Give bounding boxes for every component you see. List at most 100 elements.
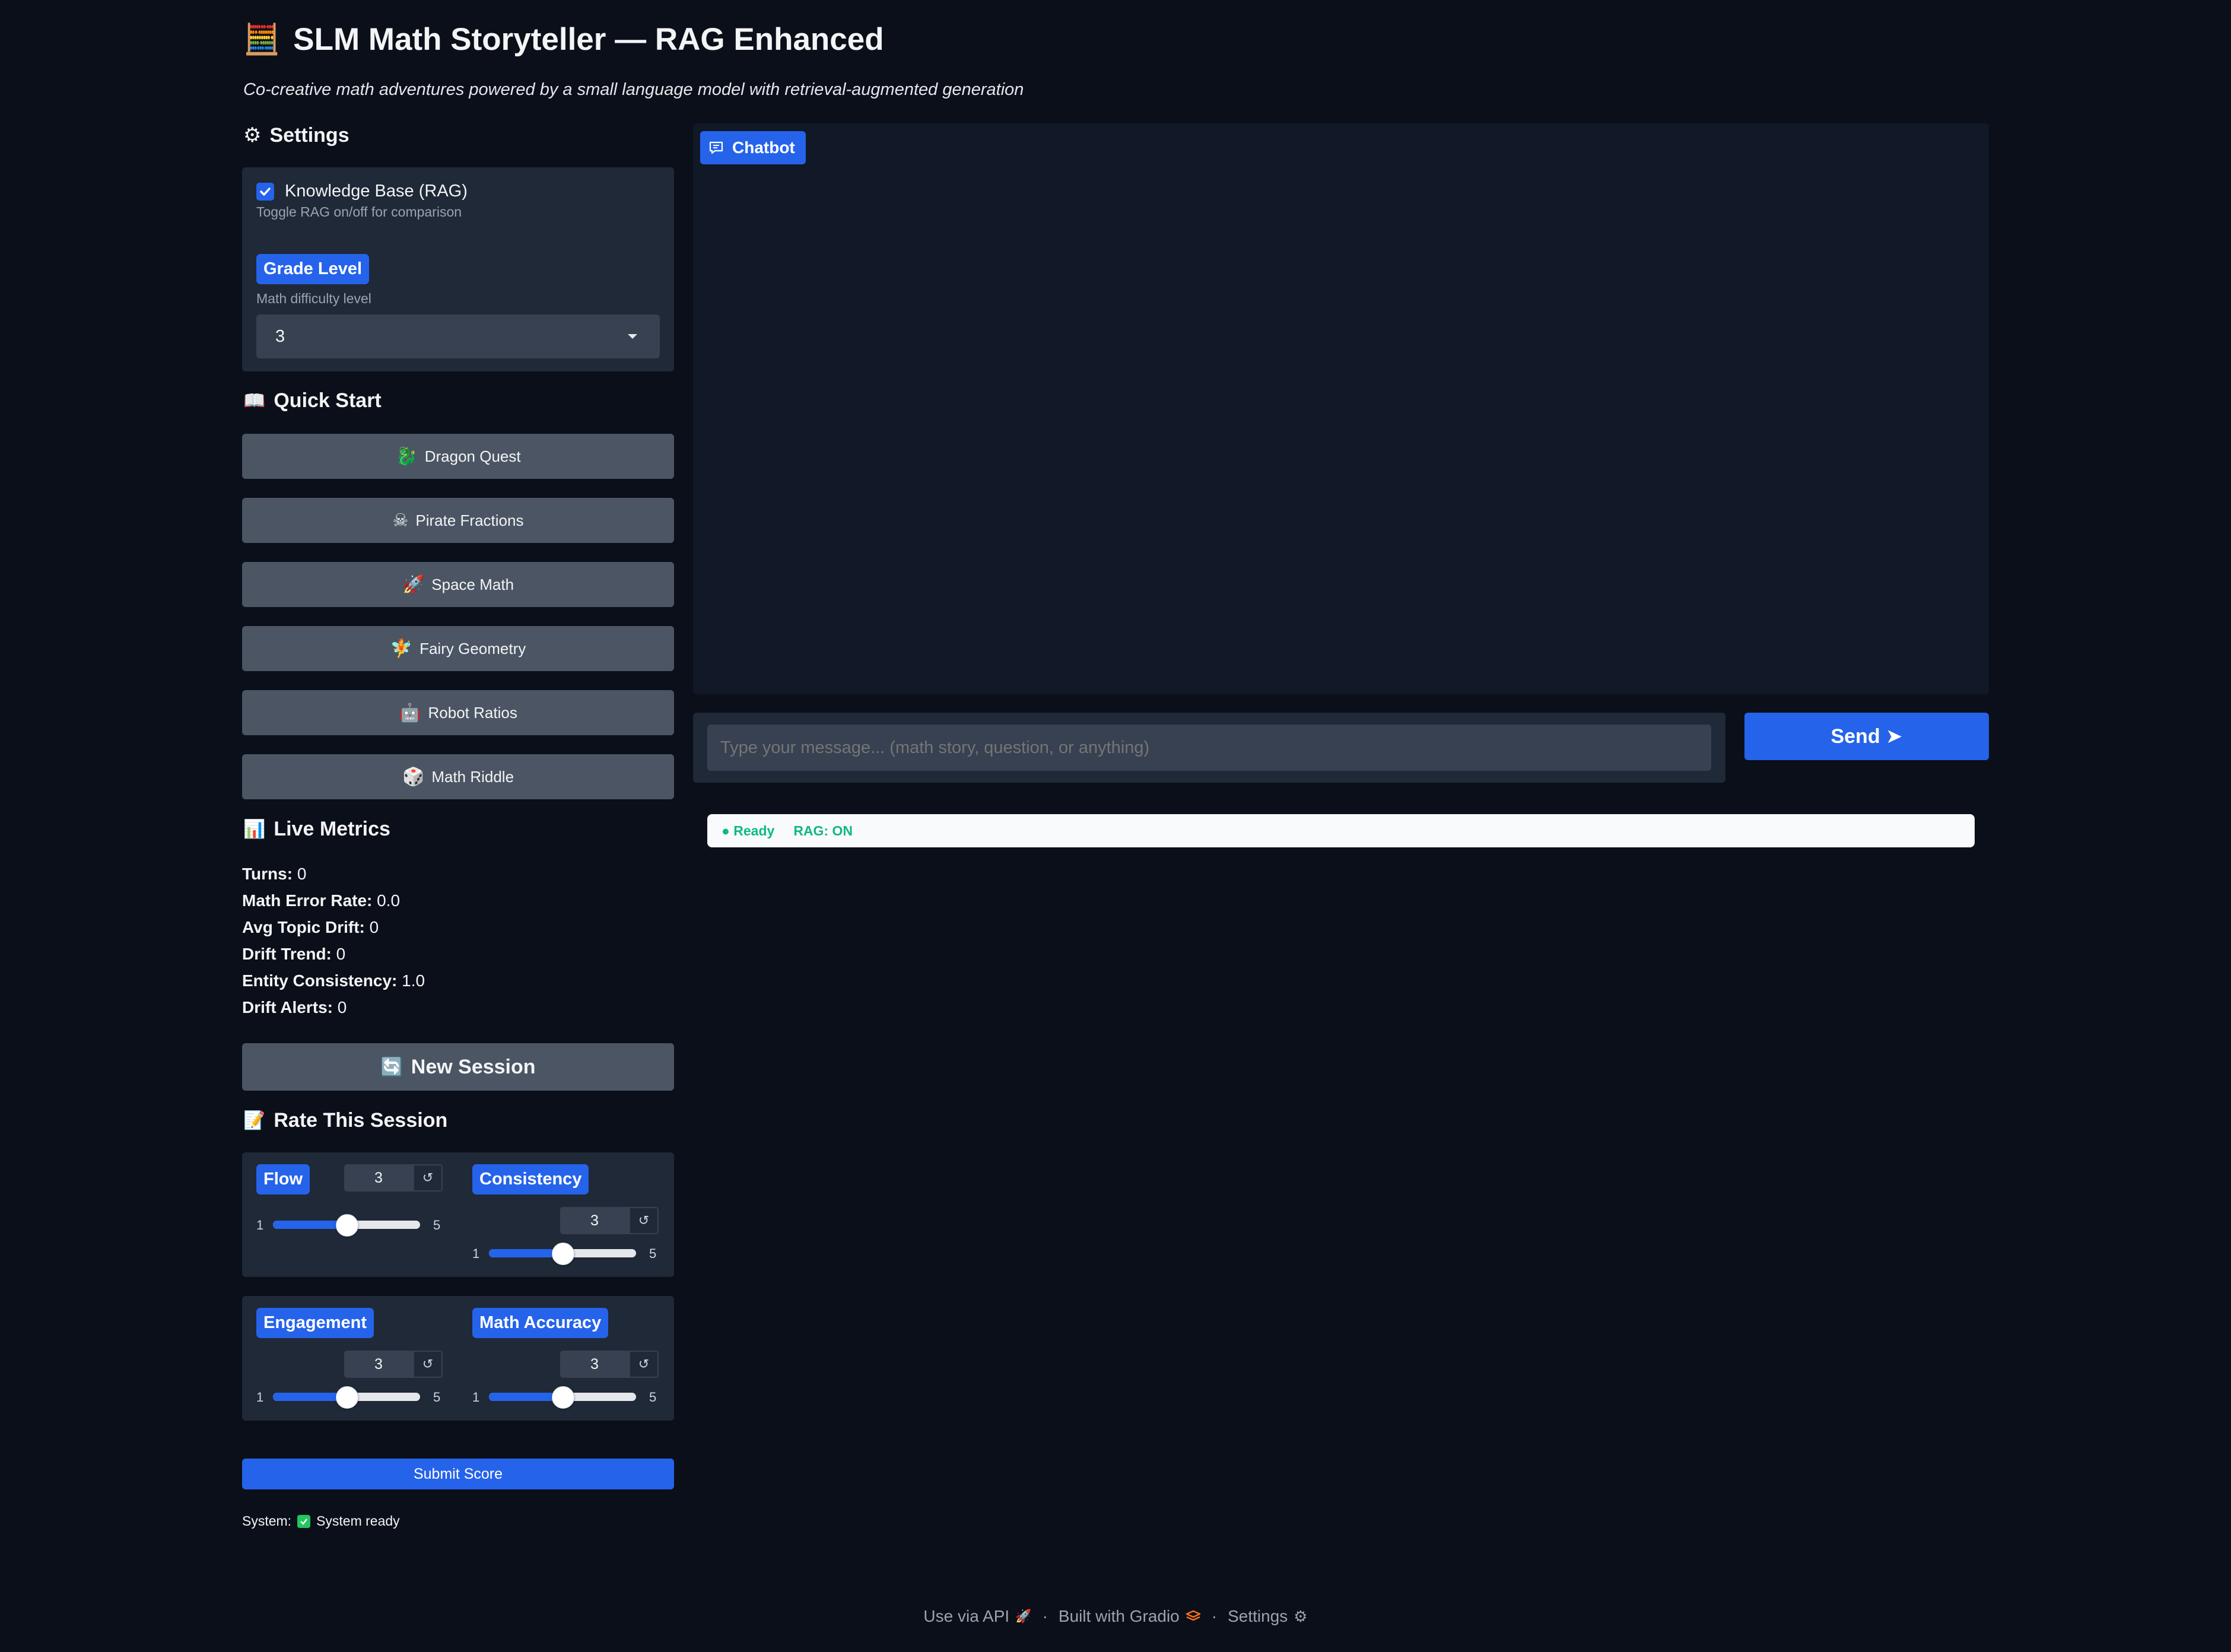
message-input[interactable] — [707, 725, 1711, 771]
grade-level-badge: Grade Level — [256, 254, 370, 284]
robot-ratios-label: Robot Ratios — [428, 703, 517, 722]
skull-crossbones-icon: ☠ — [392, 510, 409, 531]
metric-value: 0 — [336, 945, 346, 963]
flow-label: Flow — [256, 1164, 310, 1194]
chatbot-panel[interactable]: Chatbot — [693, 123, 1989, 694]
math-accuracy-number-input[interactable]: 3 — [560, 1351, 629, 1378]
metric-drift-alerts: Drift Alerts: 0 — [242, 998, 347, 1017]
refresh-icon: 🔄 — [380, 1056, 403, 1078]
flow-badge: Flow — [256, 1164, 310, 1194]
use-via-api-link[interactable]: Use via API 🚀 — [923, 1607, 1031, 1626]
metric-value: 0 — [297, 865, 307, 883]
settings-panel: Knowledge Base (RAG) Toggle RAG on/off f… — [242, 167, 674, 371]
engagement-reset-icon[interactable]: ↺ — [413, 1351, 443, 1378]
math-riddle-button[interactable]: 🎲 Math Riddle — [242, 754, 674, 799]
gear-icon: ⚙ — [1294, 1607, 1308, 1625]
rag-toggle[interactable]: Knowledge Base (RAG) — [256, 182, 468, 201]
footer-settings-link[interactable]: Settings ⚙ — [1228, 1607, 1307, 1626]
rag-checkbox[interactable] — [256, 182, 274, 201]
check-mark-icon — [297, 1514, 311, 1528]
flow-slider[interactable] — [273, 1214, 420, 1237]
flow-number-input[interactable]: 3 — [344, 1164, 413, 1192]
dice-icon: 🎲 — [402, 766, 425, 787]
consistency-reset-icon[interactable]: ↺ — [629, 1207, 659, 1234]
settings-heading: ⚙ Settings — [243, 123, 349, 147]
submit-score-button[interactable]: Submit Score — [242, 1459, 674, 1489]
live-metrics-heading: 📊 Live Metrics — [243, 818, 390, 841]
rocket-icon: 🚀 — [1015, 1609, 1032, 1624]
engagement-number-input[interactable]: 3 — [344, 1351, 413, 1378]
consistency-max: 5 — [649, 1246, 657, 1261]
engagement-label: Engagement — [256, 1308, 374, 1338]
built-with-gradio-text: Built with Gradio — [1058, 1607, 1180, 1625]
grade-level-select[interactable]: 3 — [256, 314, 660, 358]
metric-label: Drift Trend: — [242, 945, 332, 963]
engagement-min: 1 — [256, 1390, 264, 1405]
rag-status: RAG: ON — [793, 822, 853, 838]
engagement-slider[interactable] — [273, 1386, 420, 1409]
flow-reset-icon[interactable]: ↺ — [413, 1164, 443, 1192]
metric-value: 0 — [337, 998, 347, 1016]
rate-session-heading-text: Rate This Session — [274, 1109, 448, 1132]
pirate-fractions-label: Pirate Fractions — [415, 511, 524, 529]
pirate-fractions-button[interactable]: ☠ Pirate Fractions — [242, 498, 674, 543]
new-session-label: New Session — [411, 1055, 536, 1078]
metric-drift-trend: Drift Trend: 0 — [242, 945, 345, 964]
math-accuracy-reset-icon[interactable]: ↺ — [629, 1351, 659, 1378]
open-book-icon: 📖 — [243, 390, 266, 411]
quick-start-heading-text: Quick Start — [274, 389, 382, 412]
slider-thumb[interactable] — [552, 1243, 574, 1265]
engagement-badge: Engagement — [256, 1308, 374, 1338]
dragon-quest-label: Dragon Quest — [424, 447, 521, 465]
metric-label: Entity Consistency: — [242, 971, 398, 990]
space-math-button[interactable]: 🚀 Space Math — [242, 562, 674, 607]
chatbot-label: Chatbot — [700, 131, 806, 164]
metric-value: 0 — [369, 918, 379, 936]
metric-math-error-rate: Math Error Rate: 0.0 — [242, 891, 400, 910]
send-button[interactable]: Send ➤ — [1744, 713, 1989, 760]
page-title: 🧮 SLM Math Storyteller — RAG Enhanced — [243, 18, 884, 61]
metric-label: Turns: — [242, 865, 293, 883]
math-accuracy-label: Math Accuracy — [472, 1308, 609, 1338]
new-session-button[interactable]: 🔄 New Session — [242, 1043, 674, 1091]
consistency-slider[interactable] — [489, 1243, 636, 1265]
metric-value: 1.0 — [402, 971, 425, 990]
flow-min: 1 — [256, 1218, 264, 1232]
footer-separator: · — [1211, 1607, 1218, 1625]
page-title-text: SLM Math Storyteller — RAG Enhanced — [293, 21, 884, 57]
app-root: 🧮 SLM Math Storyteller — RAG Enhanced Co… — [0, 0, 2231, 1652]
math-accuracy-slider[interactable] — [489, 1386, 636, 1409]
metric-avg-topic-drift: Avg Topic Drift: 0 — [242, 918, 379, 937]
consistency-number-input[interactable]: 3 — [560, 1207, 629, 1234]
fairy-geometry-label: Fairy Geometry — [419, 639, 526, 657]
built-with-gradio-link[interactable]: Built with Gradio — [1059, 1607, 1201, 1626]
engagement-max: 5 — [433, 1390, 441, 1405]
grade-level-label: Grade Level — [256, 254, 370, 284]
footer-separator: · — [1042, 1607, 1048, 1625]
gradio-logo-icon — [1186, 1610, 1200, 1621]
robot-ratios-button[interactable]: 🤖 Robot Ratios — [242, 690, 674, 735]
fairy-geometry-button[interactable]: 🧚 Fairy Geometry — [242, 626, 674, 671]
metric-turns: Turns: 0 — [242, 865, 306, 884]
consistency-label: Consistency — [472, 1164, 589, 1194]
slider-thumb[interactable] — [336, 1214, 358, 1237]
robot-icon: 🤖 — [399, 702, 421, 723]
status-bar: ● Ready RAG: ON — [707, 814, 1975, 847]
gear-icon: ⚙ — [243, 124, 262, 147]
slider-thumb[interactable] — [552, 1386, 574, 1409]
dragon-icon: 🐉 — [395, 446, 418, 467]
page-subtitle: Co-creative math adventures powered by a… — [243, 80, 1024, 99]
fairy-icon: 🧚 — [390, 638, 413, 659]
slider-thumb[interactable] — [336, 1386, 358, 1409]
check-icon — [260, 187, 271, 196]
consistency-min: 1 — [472, 1246, 480, 1261]
rag-label: Knowledge Base (RAG) — [285, 182, 468, 201]
dragon-quest-button[interactable]: 🐉 Dragon Quest — [242, 434, 674, 479]
system-label: System: — [242, 1513, 292, 1529]
chevron-down-icon — [628, 334, 637, 339]
rag-hint: Toggle RAG on/off for comparison — [256, 204, 462, 220]
metric-label: Math Error Rate: — [242, 891, 373, 910]
bar-chart-icon: 📊 — [243, 819, 266, 840]
metric-label: Avg Topic Drift: — [242, 918, 365, 936]
space-math-label: Space Math — [431, 575, 514, 593]
